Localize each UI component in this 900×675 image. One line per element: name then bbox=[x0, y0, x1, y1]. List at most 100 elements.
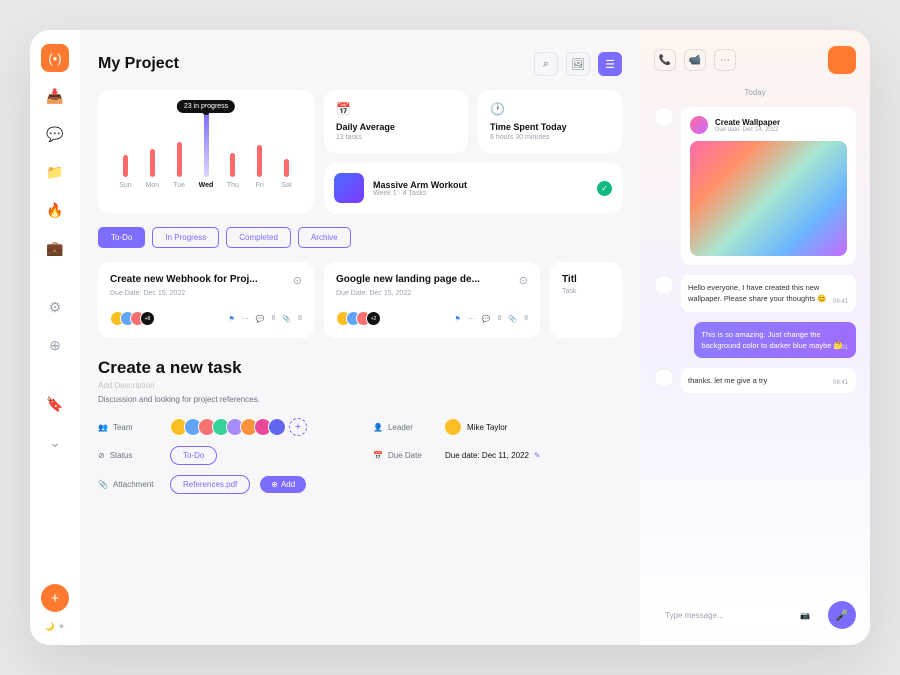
user-avatar[interactable] bbox=[828, 46, 856, 74]
status-label: ⊘Status bbox=[98, 451, 160, 460]
task-title: Create new Webhook for Proj... bbox=[110, 274, 258, 285]
comment-icon[interactable]: 💬 bbox=[482, 315, 491, 323]
logo[interactable]: (•) bbox=[41, 44, 69, 72]
nav-chat-icon[interactable]: 💬 bbox=[41, 120, 69, 148]
task-card[interactable]: Google new landing page de...⊙ Due Date:… bbox=[324, 262, 540, 338]
leader-info[interactable]: Mike Taylor bbox=[445, 419, 507, 435]
mic-button[interactable]: 🎤 bbox=[828, 601, 856, 629]
edit-icon[interactable]: ✎ bbox=[534, 451, 541, 460]
camera-icon[interactable]: 📷 bbox=[800, 611, 810, 620]
nav-settings-icon[interactable]: ⚙ bbox=[41, 293, 69, 321]
flag-icon[interactable]: ⚑ bbox=[454, 315, 460, 323]
chart-bar-label: Fri bbox=[256, 182, 264, 189]
tab-to-do[interactable]: To-Do bbox=[98, 227, 145, 248]
msg-text: This is so amazing. Just change the back… bbox=[694, 322, 856, 359]
video-icon[interactable]: 📹 bbox=[684, 49, 706, 71]
comment-icon[interactable]: 💬 bbox=[256, 315, 265, 323]
dots-icon[interactable]: ⋯ bbox=[242, 315, 249, 323]
theme-toggle[interactable]: 🌙☀ bbox=[45, 622, 65, 631]
status-tabs: To-Do In Progress Completed Archive bbox=[98, 227, 622, 248]
clock-icon: 🕐 bbox=[490, 102, 610, 116]
tab-archive[interactable]: Archive bbox=[298, 227, 351, 248]
app-container: (•) 📥 💬 📁 🔥 💼 ⚙ ⊕ 🔖 ⌄ + 🌙☀ My Project ⌕ … bbox=[30, 30, 870, 645]
attach-icon[interactable]: 📎 bbox=[508, 315, 517, 323]
daily-average-card[interactable]: 📅 Daily Average 13 tasks bbox=[324, 90, 468, 153]
avatar[interactable] bbox=[268, 418, 286, 436]
search-icon[interactable]: ⌕ bbox=[534, 52, 558, 76]
phone-icon[interactable]: 📞 bbox=[654, 49, 676, 71]
tab-in-progress[interactable]: In Progress bbox=[152, 227, 219, 248]
nav-folder-icon[interactable]: 📁 bbox=[41, 158, 69, 186]
task-card[interactable]: Create new Webhook for Proj...⊙ Due Date… bbox=[98, 262, 314, 338]
activity-chart: 23 in progress SunMonTueWedThuFriSat bbox=[98, 90, 314, 213]
attach-icon[interactable]: 📎 bbox=[282, 315, 291, 323]
avatar-more[interactable]: +2 bbox=[366, 311, 381, 326]
workout-card[interactable]: Massive Arm Workout Week 1 · 4 Tasks ✓ bbox=[324, 163, 622, 213]
chat-input-row: Type message... 📷 🎤 bbox=[654, 601, 856, 629]
create-title: Create a new task bbox=[98, 358, 622, 378]
task-menu-icon[interactable]: ⊙ bbox=[519, 274, 528, 287]
task-title: Titl bbox=[562, 274, 577, 285]
chat-header: 📞 📹 ⋯ bbox=[654, 46, 856, 74]
chart-bar-label: Thu bbox=[227, 182, 239, 189]
wallpaper-card[interactable]: Create Wallpaper Due date: Dec 14, 2022 bbox=[681, 107, 856, 265]
chart-bar-label: Sat bbox=[281, 182, 292, 189]
avatar-more[interactable]: +8 bbox=[140, 311, 155, 326]
add-attachment-button[interactable]: ⊕Add bbox=[260, 476, 306, 493]
tab-completed[interactable]: Completed bbox=[226, 227, 291, 248]
chart-bar[interactable] bbox=[123, 155, 128, 177]
nav-fire-icon[interactable]: 🔥 bbox=[41, 196, 69, 224]
msg-text: Hello everyone, I have created this new … bbox=[681, 275, 856, 312]
leader-name: Mike Taylor bbox=[467, 423, 507, 432]
add-team-button[interactable]: + bbox=[289, 418, 307, 436]
chart-bar[interactable] bbox=[284, 159, 289, 177]
msg-avatar[interactable] bbox=[654, 275, 674, 295]
page-title: My Project bbox=[98, 55, 179, 73]
stat-sub: 13 tasks bbox=[336, 134, 456, 141]
chart-bar[interactable] bbox=[177, 142, 182, 177]
team-label: 👥Team bbox=[98, 423, 160, 432]
more-icon[interactable]: ⋯ bbox=[714, 49, 736, 71]
attachment-file[interactable]: References.pdf bbox=[170, 475, 250, 494]
chart-bar[interactable] bbox=[257, 145, 262, 177]
chat-message: Hello everyone, I have created this new … bbox=[654, 275, 856, 312]
status-pill[interactable]: To-Do bbox=[170, 446, 217, 465]
task-card[interactable]: Titl Task bbox=[550, 262, 622, 338]
stat-sub: 6 hours 30 minutes bbox=[490, 134, 610, 141]
chat-date: Today bbox=[654, 88, 856, 97]
dots-icon[interactable]: ⋯ bbox=[468, 315, 475, 323]
team-icon: 👥 bbox=[98, 423, 108, 432]
nav-add-button[interactable]: + bbox=[41, 584, 69, 612]
chart-bar[interactable] bbox=[150, 149, 155, 177]
user-icon: 👤 bbox=[373, 423, 383, 432]
chart-bar[interactable] bbox=[230, 153, 235, 177]
team-avatars: + bbox=[170, 418, 307, 436]
description-placeholder[interactable]: Add Description bbox=[98, 381, 622, 390]
image-icon[interactable]: 🖼 bbox=[566, 52, 590, 76]
chat-panel: 📞 📹 ⋯ Today Create Wallpaper Due date: D… bbox=[640, 30, 870, 645]
chat-message-own: This is so amazing. Just change the back… bbox=[654, 322, 856, 359]
task-menu-icon[interactable]: ⊙ bbox=[293, 274, 302, 287]
chart-bar-label: Mon bbox=[145, 182, 159, 189]
task-due: Due Date: Dec 15, 2022 bbox=[336, 290, 528, 297]
flag-icon[interactable]: ⚑ bbox=[228, 315, 234, 323]
create-task-section: Create a new task Add Description Discus… bbox=[98, 358, 622, 494]
attachment-label: 📎Attachment bbox=[98, 480, 160, 489]
message-input[interactable]: Type message... 📷 bbox=[654, 603, 821, 628]
stat-title: Time Spent Today bbox=[490, 122, 610, 132]
nav-activity-icon[interactable]: ⊕ bbox=[41, 331, 69, 359]
stat-title: Daily Average bbox=[336, 122, 456, 132]
description-text: Discussion and looking for project refer… bbox=[98, 395, 622, 404]
time-spent-card[interactable]: 🕐 Time Spent Today 6 hours 30 minutes bbox=[478, 90, 622, 153]
nav-inbox-icon[interactable]: 📥 bbox=[41, 82, 69, 110]
list-icon[interactable]: ☰ bbox=[598, 52, 622, 76]
chart-bar[interactable] bbox=[204, 112, 209, 177]
msg-avatar[interactable] bbox=[654, 368, 674, 388]
check-circle-icon: ⊘ bbox=[98, 451, 105, 460]
nav-wallet-icon[interactable]: 💼 bbox=[41, 234, 69, 262]
main-content: My Project ⌕ 🖼 ☰ 23 in progress SunMonTu… bbox=[80, 30, 640, 645]
paperclip-icon: 📎 bbox=[98, 480, 108, 489]
msg-avatar[interactable] bbox=[654, 107, 674, 127]
nav-tag-icon[interactable]: 🔖 bbox=[41, 390, 69, 418]
nav-expand-icon[interactable]: ⌄ bbox=[41, 428, 69, 456]
